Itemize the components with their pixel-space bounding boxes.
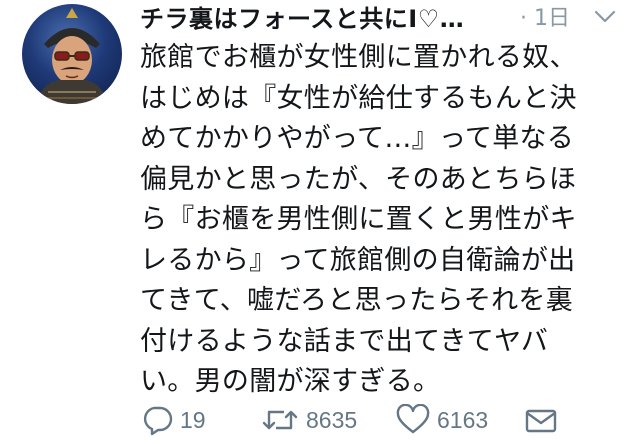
tweet-text-line: はじめは『女性が給仕するもんと決 (140, 82, 577, 114)
tweet-text: 旅館でお櫃が女性側に置かれる奴、 はじめは『女性が給仕するもんと決 めてかかりや… (140, 38, 630, 403)
tweet-text-line: 旅館でお櫃が女性側に置かれる奴、 (140, 42, 577, 73)
like-button[interactable]: 6163 (395, 400, 488, 440)
retweet-icon (262, 410, 298, 430)
tweet-text-line: 付けるような話まで出てきてヤバ (140, 325, 549, 357)
tweet-text-line: めてかかりやがって…』って単なる (140, 123, 575, 154)
reply-count: 19 (180, 406, 206, 433)
reply-icon (143, 406, 173, 436)
reply-button[interactable]: 19 (140, 400, 206, 440)
envelope-icon (525, 409, 557, 433)
timestamp[interactable]: · 1日 (520, 2, 570, 36)
more-menu-button[interactable] (592, 6, 618, 28)
tweet-header: チラ裏はフォースと共にI♡… · 1日 (140, 2, 630, 36)
tweet-card: チラ裏はフォースと共にI♡… · 1日 旅館でお櫃が女性側に置かれる奴、 はじめ… (0, 0, 640, 444)
tweet-text-line: レるから』って旅館側の自衛論が出 (140, 244, 576, 276)
samurai-avatar-icon (36, 8, 108, 104)
avatar[interactable] (22, 4, 122, 104)
tweet-text-line: い。男の闇が深すぎる。 (140, 366, 441, 397)
heart-icon (396, 404, 430, 434)
tweet-actions: 19 8635 6163 (140, 400, 630, 440)
retweet-count: 8635 (306, 406, 358, 433)
tweet-text-line: てきて、嘘だろと思ったらそれを裏 (140, 285, 574, 316)
direct-message-button[interactable] (524, 400, 558, 440)
tweet-text-line: 偏見かと思ったが、そのあとちらほ (140, 163, 577, 195)
display-name[interactable]: チラ裏はフォースと共にI♡… (140, 2, 464, 36)
chevron-down-icon (594, 10, 616, 23)
tweet-text-line: ら『お櫃を男性側に置くと男性がキ (140, 204, 577, 235)
retweet-button[interactable]: 8635 (260, 400, 357, 440)
like-count: 6163 (437, 406, 489, 433)
